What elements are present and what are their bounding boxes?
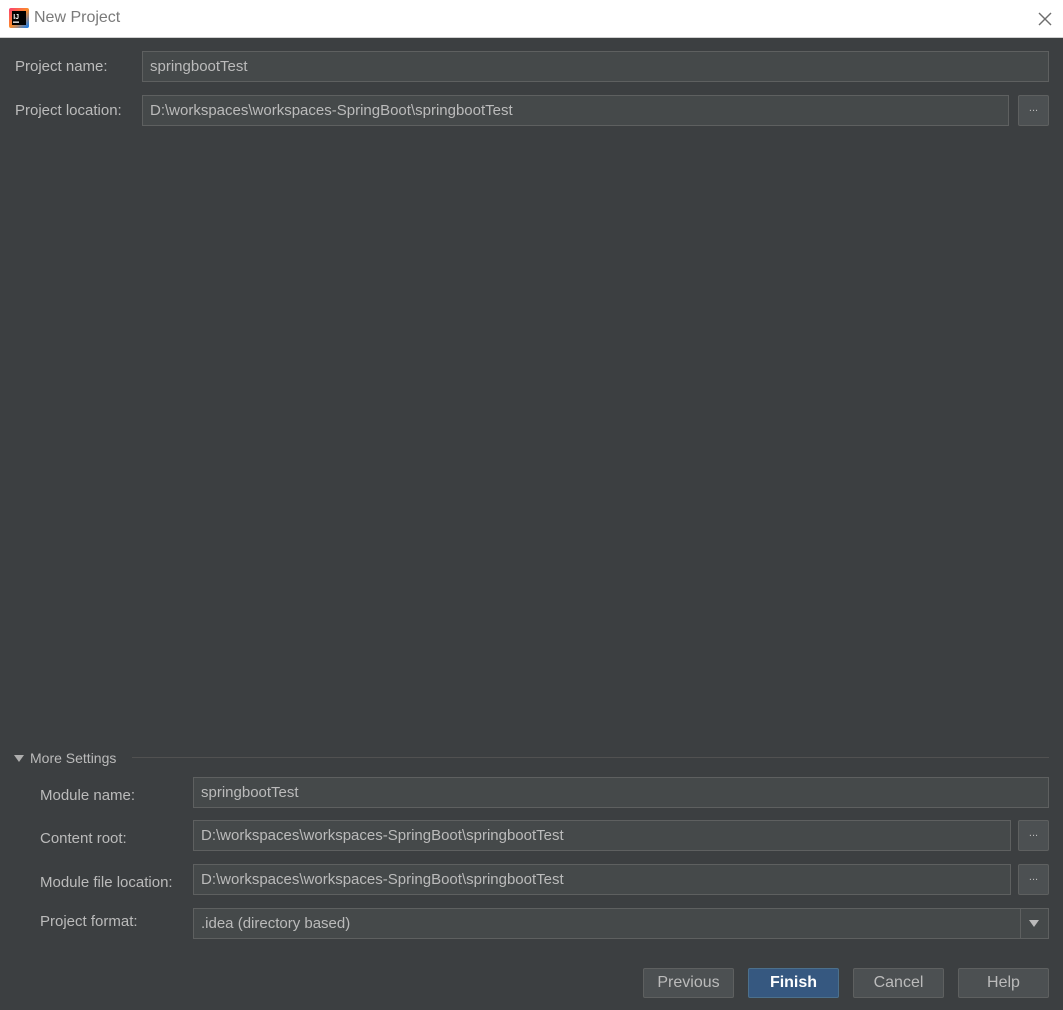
module-file-location-label: Module file location: bbox=[40, 874, 173, 891]
content-root-label: Content root: bbox=[40, 830, 127, 847]
close-icon[interactable] bbox=[1036, 10, 1054, 28]
module-file-location-input[interactable]: D:\workspaces\workspaces-SpringBoot\spri… bbox=[193, 864, 1011, 895]
previous-button[interactable]: Previous bbox=[643, 968, 734, 998]
content-root-browse-button[interactable]: ... bbox=[1018, 820, 1049, 851]
cancel-button[interactable]: Cancel bbox=[853, 968, 944, 998]
project-location-browse-button[interactable]: ... bbox=[1018, 95, 1049, 126]
project-format-select[interactable]: .idea (directory based) bbox=[193, 908, 1049, 939]
window-title: New Project bbox=[34, 9, 121, 26]
finish-button[interactable]: Finish bbox=[748, 968, 839, 998]
collapse-triangle-icon bbox=[14, 755, 24, 762]
module-name-label: Module name: bbox=[40, 787, 136, 804]
help-button[interactable]: Help bbox=[958, 968, 1049, 998]
section-divider bbox=[132, 757, 1049, 758]
more-settings-label: More Settings bbox=[30, 750, 117, 766]
dropdown-arrow-icon[interactable] bbox=[1020, 909, 1048, 938]
project-location-label: Project location: bbox=[15, 102, 122, 119]
content-root-input[interactable]: D:\workspaces\workspaces-SpringBoot\spri… bbox=[193, 820, 1011, 851]
project-name-input[interactable]: springbootTest bbox=[142, 51, 1049, 82]
title-bar: IJ New Project bbox=[0, 0, 1063, 38]
more-settings-toggle[interactable]: More Settings bbox=[14, 750, 116, 766]
project-location-input[interactable]: D:\workspaces\workspaces-SpringBoot\spri… bbox=[142, 95, 1009, 126]
module-name-input[interactable]: springbootTest bbox=[193, 777, 1049, 808]
module-file-location-browse-button[interactable]: ... bbox=[1018, 864, 1049, 895]
project-format-label: Project format: bbox=[40, 913, 138, 930]
svg-text:IJ: IJ bbox=[13, 14, 19, 21]
project-format-value: .idea (directory based) bbox=[201, 915, 351, 932]
project-name-label: Project name: bbox=[15, 58, 108, 75]
intellij-idea-icon: IJ bbox=[9, 8, 29, 28]
